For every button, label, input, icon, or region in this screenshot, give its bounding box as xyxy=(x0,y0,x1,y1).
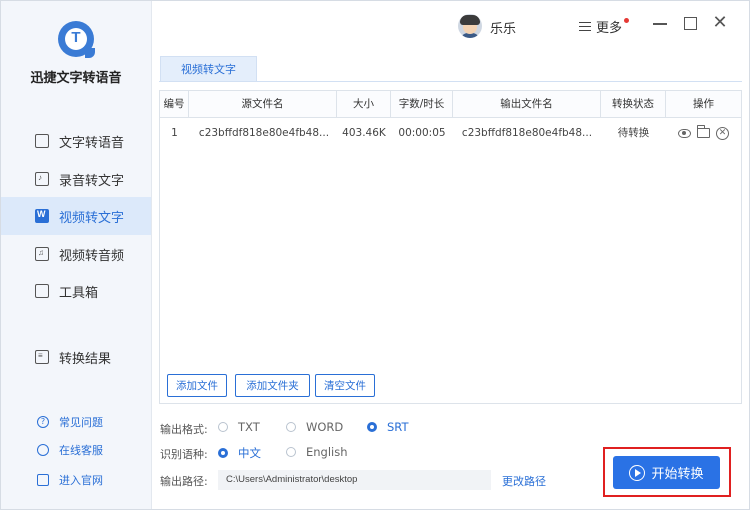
app-name: 迅捷文字转语音 xyxy=(30,71,122,86)
output-path-input[interactable] xyxy=(218,470,491,490)
monitor-icon xyxy=(37,474,49,486)
username: 乐乐 xyxy=(490,22,517,37)
radio-dot xyxy=(286,447,296,457)
help-label: 进入官网 xyxy=(59,474,103,487)
text-to-speech-icon xyxy=(35,134,49,148)
video-to-audio-icon: ♫ xyxy=(35,247,49,261)
header-duration: 字数/时长 xyxy=(391,91,453,117)
format-radio-txt[interactable]: TXT xyxy=(218,420,260,434)
video-to-text-icon: W xyxy=(35,209,49,223)
add-folder-button[interactable]: 添加文件夹 xyxy=(235,374,310,397)
language-radio-english[interactable]: English xyxy=(286,445,348,459)
file-table: 编号 源文件名 大小 字数/时长 输出文件名 转换状态 操作 1 c23bffd… xyxy=(159,90,742,404)
cell-source: c23bffdf818e80e4fb48... xyxy=(198,127,330,139)
sidebar-item-results[interactable]: ≡ 转换结果 xyxy=(1,338,151,376)
add-file-button[interactable]: 添加文件 xyxy=(167,374,227,397)
sidebar-item-recording-to-text[interactable]: ♪ 录音转文字 xyxy=(1,160,151,198)
header-index: 编号 xyxy=(160,91,189,117)
radio-label: TXT xyxy=(238,420,260,434)
sidebar-item-label: 工具箱 xyxy=(59,285,99,301)
cell-status: 待转换 xyxy=(617,127,650,139)
header-source: 源文件名 xyxy=(189,91,337,117)
help-faq[interactable]: ? 常见问题 xyxy=(1,411,151,433)
output-path-label: 输出路径: xyxy=(160,475,208,488)
header-actions: 操作 xyxy=(693,98,714,110)
cell-index: 1 xyxy=(171,127,178,139)
radio-dot xyxy=(218,448,228,458)
notification-dot xyxy=(624,18,629,23)
toolbox-icon xyxy=(35,284,49,298)
play-icon xyxy=(629,464,646,481)
format-radio-word[interactable]: WORD xyxy=(286,420,343,434)
results-icon: ≡ xyxy=(35,350,49,364)
sidebar-item-label: 转换结果 xyxy=(59,351,112,367)
radio-label: WORD xyxy=(306,420,344,434)
more-menu-button[interactable]: 更多 xyxy=(579,17,622,36)
headset-icon xyxy=(37,444,49,456)
preview-eye-icon[interactable] xyxy=(678,128,691,138)
maximize-icon[interactable] xyxy=(682,15,698,31)
radio-label: SRT xyxy=(387,420,409,434)
sidebar-item-video-to-text[interactable]: W 视频转文字 xyxy=(1,197,151,235)
sidebar-item-label: 视频转文字 xyxy=(59,210,125,226)
language-radio-chinese[interactable]: 中文 xyxy=(218,445,261,461)
row-actions: ✕ xyxy=(666,118,741,148)
sidebar-item-label: 录音转文字 xyxy=(59,173,125,189)
table-row[interactable]: 1 c23bffdf818e80e4fb48... 403.46K 00:00:… xyxy=(160,118,741,148)
clear-files-button[interactable]: 清空文件 xyxy=(315,374,375,397)
sidebar-item-video-to-audio[interactable]: ♫ 视频转音频 xyxy=(1,235,151,273)
start-label: 开始转换 xyxy=(651,466,704,481)
sidebar-item-label: 文字转语音 xyxy=(59,135,125,151)
radio-label: English xyxy=(306,445,348,459)
header-status: 转换状态 xyxy=(601,91,666,117)
cell-size: 403.46K xyxy=(342,127,386,139)
sidebar: T 迅捷文字转语音 文字转语音 ♪ 录音转文字 W 视频转文字 ♫ 视频转音频 … xyxy=(1,1,152,509)
menu-icon xyxy=(579,22,591,31)
radio-dot xyxy=(367,422,377,432)
output-format-label: 输出格式: xyxy=(160,423,208,436)
help-online-service[interactable]: 在线客服 xyxy=(1,439,151,461)
minimize-icon[interactable] xyxy=(652,15,668,31)
radio-label: 中文 xyxy=(238,446,261,460)
header-output: 输出文件名 xyxy=(453,91,601,117)
close-icon[interactable]: ✕ xyxy=(712,14,728,32)
sidebar-item-toolbox[interactable]: 工具箱 xyxy=(1,272,151,310)
sidebar-item-text-to-speech[interactable]: 文字转语音 xyxy=(1,122,151,160)
tab-video-to-text[interactable]: 视频转文字 xyxy=(160,56,257,82)
question-icon: ? xyxy=(37,416,49,428)
tab-divider xyxy=(159,81,742,82)
app-logo-icon: T xyxy=(58,21,95,58)
sidebar-item-label: 视频转音频 xyxy=(59,248,125,264)
radio-dot xyxy=(286,422,296,432)
open-folder-icon[interactable] xyxy=(697,125,710,138)
format-radio-srt[interactable]: SRT xyxy=(367,420,408,434)
cell-output: c23bffdf818e80e4fb48... xyxy=(461,127,593,139)
cell-duration: 00:00:05 xyxy=(398,127,446,139)
language-label: 识别语种: xyxy=(160,448,208,461)
more-label: 更多 xyxy=(596,21,623,36)
help-label: 常见问题 xyxy=(59,416,103,429)
delete-circle-icon[interactable]: ✕ xyxy=(716,126,729,140)
header-size: 大小 xyxy=(337,91,391,117)
help-official-site[interactable]: 进入官网 xyxy=(1,469,151,491)
table-header: 编号 源文件名 大小 字数/时长 输出文件名 转换状态 操作 xyxy=(160,91,741,118)
radio-dot xyxy=(218,422,228,432)
recording-to-text-icon: ♪ xyxy=(35,172,49,186)
start-convert-button[interactable]: 开始转换 xyxy=(613,456,720,489)
change-path-link[interactable]: 更改路径 xyxy=(502,473,546,489)
help-label: 在线客服 xyxy=(59,444,103,457)
avatar[interactable] xyxy=(458,14,482,38)
app-window: T 迅捷文字转语音 文字转语音 ♪ 录音转文字 W 视频转文字 ♫ 视频转音频 … xyxy=(0,0,750,510)
